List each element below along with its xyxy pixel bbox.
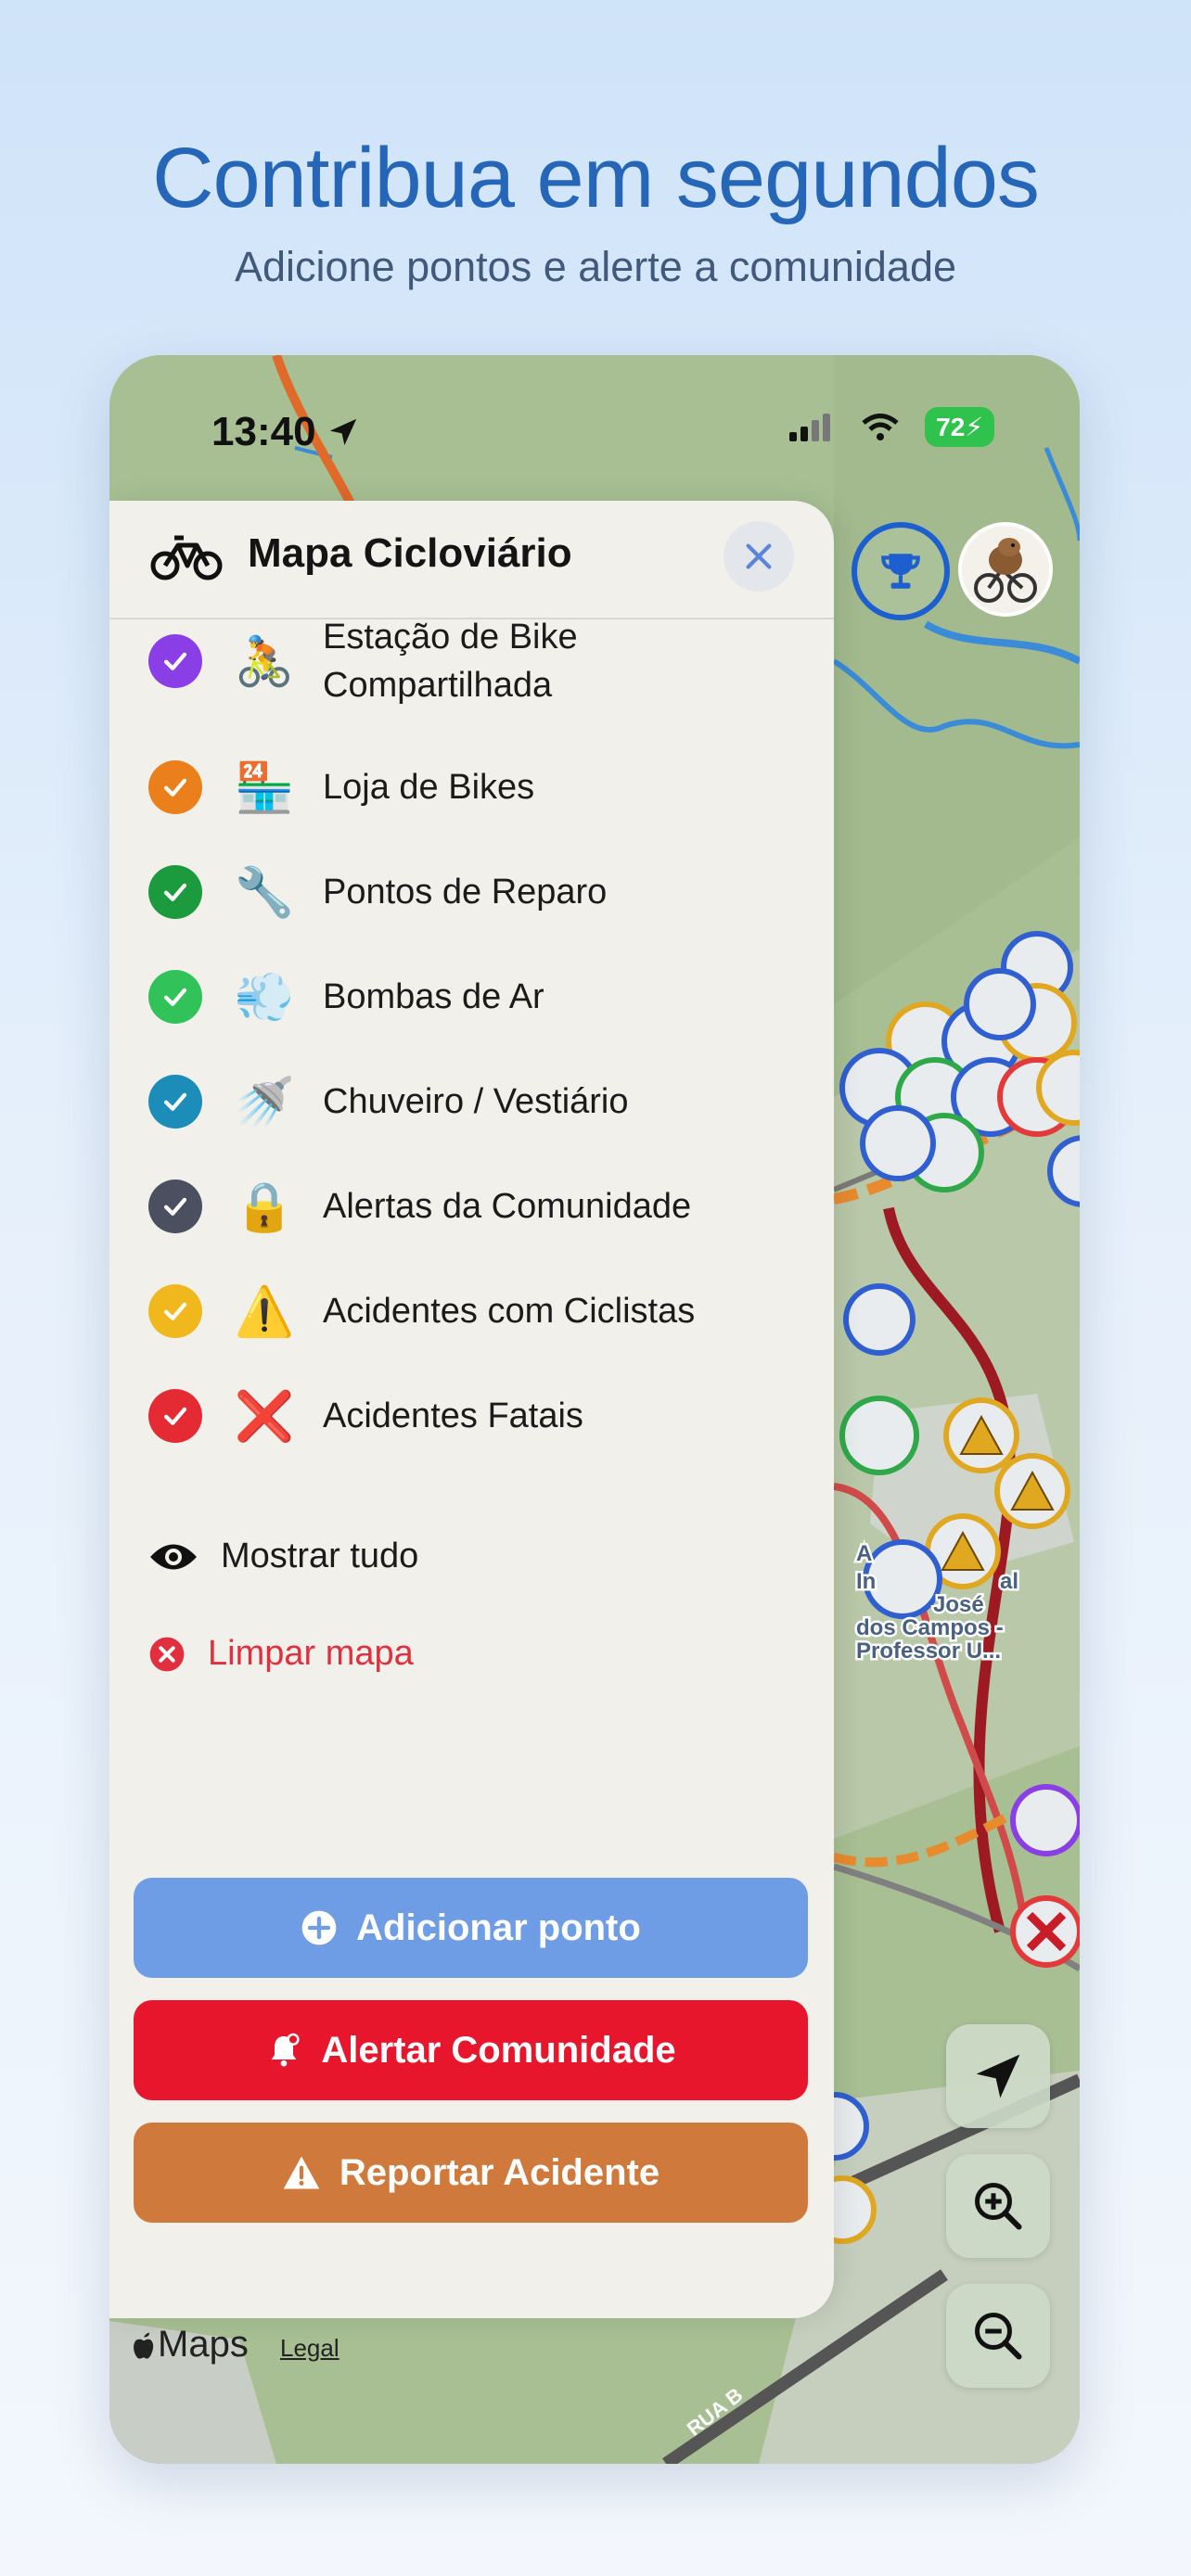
layer-emoji-icon: 🏪 xyxy=(234,760,295,815)
checkmark-icon xyxy=(163,652,187,670)
bicycle-icon xyxy=(150,535,223,580)
apple-logo-icon xyxy=(134,2332,154,2359)
layer-label-line: Estação de Bike xyxy=(323,618,578,657)
add-point-button[interactable]: Adicionar ponto xyxy=(134,1878,808,1978)
add-point-label: Adicionar ponto xyxy=(356,1906,641,1948)
status-time-text: 13:40 xyxy=(211,409,316,454)
layer-toggle-item[interactable]: 🔒 Alertas da Comunidade xyxy=(109,1165,834,1248)
layer-emoji-icon: 🔧 xyxy=(234,865,295,920)
phone-screen: A In al José dos Campos - Professor U...… xyxy=(109,355,1080,2464)
alert-community-label: Alertar Comunidade xyxy=(321,2029,676,2071)
close-panel-button[interactable] xyxy=(724,521,794,592)
layer-toggle-item[interactable]: 🔧 Pontos de Reparo xyxy=(109,850,834,934)
clear-map-label: Limpar mapa xyxy=(208,1634,414,1673)
layer-label: Pontos de Reparo xyxy=(323,873,608,912)
layer-label: Estação de Bike Compartilhada xyxy=(323,613,578,709)
locate-me-button[interactable] xyxy=(946,2024,1050,2128)
layer-toggle-item[interactable]: 🚿 Chuveiro / Vestiário xyxy=(109,1060,834,1143)
poi-label-line: al xyxy=(1000,1569,1018,1594)
layer-toggle-item[interactable]: ⚠️ Acidentes com Ciclistas xyxy=(109,1269,834,1353)
layer-emoji-icon: 🚿 xyxy=(234,1075,295,1129)
show-all-label: Mostrar tudo xyxy=(221,1537,419,1575)
close-icon xyxy=(746,543,772,569)
checkmark-icon xyxy=(163,1092,187,1111)
battery-indicator: 72⚡ xyxy=(925,407,994,447)
layer-checkbox[interactable] xyxy=(148,865,202,919)
zoom-in-button[interactable] xyxy=(946,2154,1050,2258)
headline: Contribua em segundos xyxy=(152,131,1040,225)
layer-checkbox[interactable] xyxy=(148,760,202,814)
status-indicators: 72⚡ xyxy=(789,407,994,447)
layer-emoji-icon: ⚠️ xyxy=(234,1284,295,1339)
clear-x-circle-icon xyxy=(149,1637,185,1671)
layer-toggle-item[interactable]: ❌ Acidentes Fatais xyxy=(109,1374,834,1458)
checkmark-icon xyxy=(163,778,187,797)
checkmark-icon xyxy=(163,1197,187,1216)
trophy-icon xyxy=(881,554,920,589)
clear-map-button[interactable]: Limpar mapa xyxy=(148,1634,414,1674)
layer-toggle-item[interactable]: 🏪 Loja de Bikes xyxy=(109,746,834,829)
layer-emoji-icon: ❌ xyxy=(234,1389,295,1444)
legal-link[interactable]: Legal xyxy=(280,2334,339,2363)
status-time: 13:40 xyxy=(211,409,359,455)
alert-community-button[interactable]: Alertar Comunidade xyxy=(134,2000,808,2100)
leaderboard-button[interactable] xyxy=(852,522,950,620)
layer-toggle-item[interactable]: 💨 Bombas de Ar xyxy=(109,955,834,1039)
eye-icon xyxy=(150,1544,197,1569)
location-arrow-status-icon xyxy=(329,418,356,446)
checkmark-icon xyxy=(163,883,187,901)
layer-label: Bombas de Ar xyxy=(323,977,544,1016)
layer-checkbox[interactable] xyxy=(148,1180,202,1233)
poi-label-line: dos Campos - xyxy=(856,1615,1004,1640)
checkmark-icon xyxy=(163,988,187,1006)
layer-checkbox[interactable] xyxy=(148,1389,202,1443)
bell-alert-icon xyxy=(272,2033,300,2067)
layer-toggle-item[interactable]: 🚴 Estação de Bike Compartilhada xyxy=(109,601,834,721)
panel-title: Mapa Cicloviário xyxy=(248,530,572,576)
maps-attribution: Maps xyxy=(130,2324,249,2366)
poi-label-line: Professor U... xyxy=(856,1639,1001,1664)
layer-emoji-icon: 🔒 xyxy=(234,1180,295,1234)
cellular-signal-icon xyxy=(789,413,831,441)
warning-triangle-icon xyxy=(283,2156,320,2189)
zoom-out-icon xyxy=(975,2313,1022,2360)
poi-label-line: José xyxy=(933,1592,984,1617)
wifi-icon xyxy=(862,413,899,440)
layer-checkbox[interactable] xyxy=(148,1075,202,1129)
location-arrow-icon xyxy=(976,2054,1020,2098)
layer-emoji-icon: 🚴 xyxy=(234,634,295,689)
zoom-in-icon xyxy=(975,2183,1022,2230)
checkmark-icon xyxy=(163,1302,187,1320)
maps-brand-text: Maps xyxy=(158,2324,249,2365)
layer-label: Loja de Bikes xyxy=(323,768,535,807)
report-accident-button[interactable]: Reportar Acidente xyxy=(134,2123,808,2223)
map-layers-panel: Mapa Cicloviário 🚴 Estação de Bike Compart… xyxy=(109,501,834,2318)
report-accident-label: Reportar Acidente xyxy=(339,2151,660,2193)
layer-label: Alertas da Comunidade xyxy=(323,1187,692,1226)
poi-label-line: In xyxy=(856,1569,876,1594)
layer-checkbox[interactable] xyxy=(148,1284,202,1338)
layer-emoji-icon: 💨 xyxy=(234,970,295,1025)
battery-level: 72 xyxy=(936,413,966,441)
layer-label: Chuveiro / Vestiário xyxy=(323,1082,629,1121)
subheadline: Adicione pontos e alerte a comunidade xyxy=(234,243,957,290)
poi-label-line: A xyxy=(856,1541,872,1566)
layer-label: Acidentes com Ciclistas xyxy=(323,1292,696,1331)
zoom-out-button[interactable] xyxy=(946,2284,1050,2388)
layer-checkbox[interactable] xyxy=(148,970,202,1024)
plus-circle-icon xyxy=(301,1910,337,1945)
show-all-button[interactable]: Mostrar tudo xyxy=(148,1537,418,1576)
layer-checkbox[interactable] xyxy=(148,634,202,688)
layer-label: Acidentes Fatais xyxy=(323,1396,583,1435)
checkmark-icon xyxy=(163,1407,187,1425)
layer-label-line: Compartilhada xyxy=(323,666,553,705)
profile-avatar-button[interactable] xyxy=(958,522,1053,617)
capybara-cyclist-avatar xyxy=(974,538,1037,603)
